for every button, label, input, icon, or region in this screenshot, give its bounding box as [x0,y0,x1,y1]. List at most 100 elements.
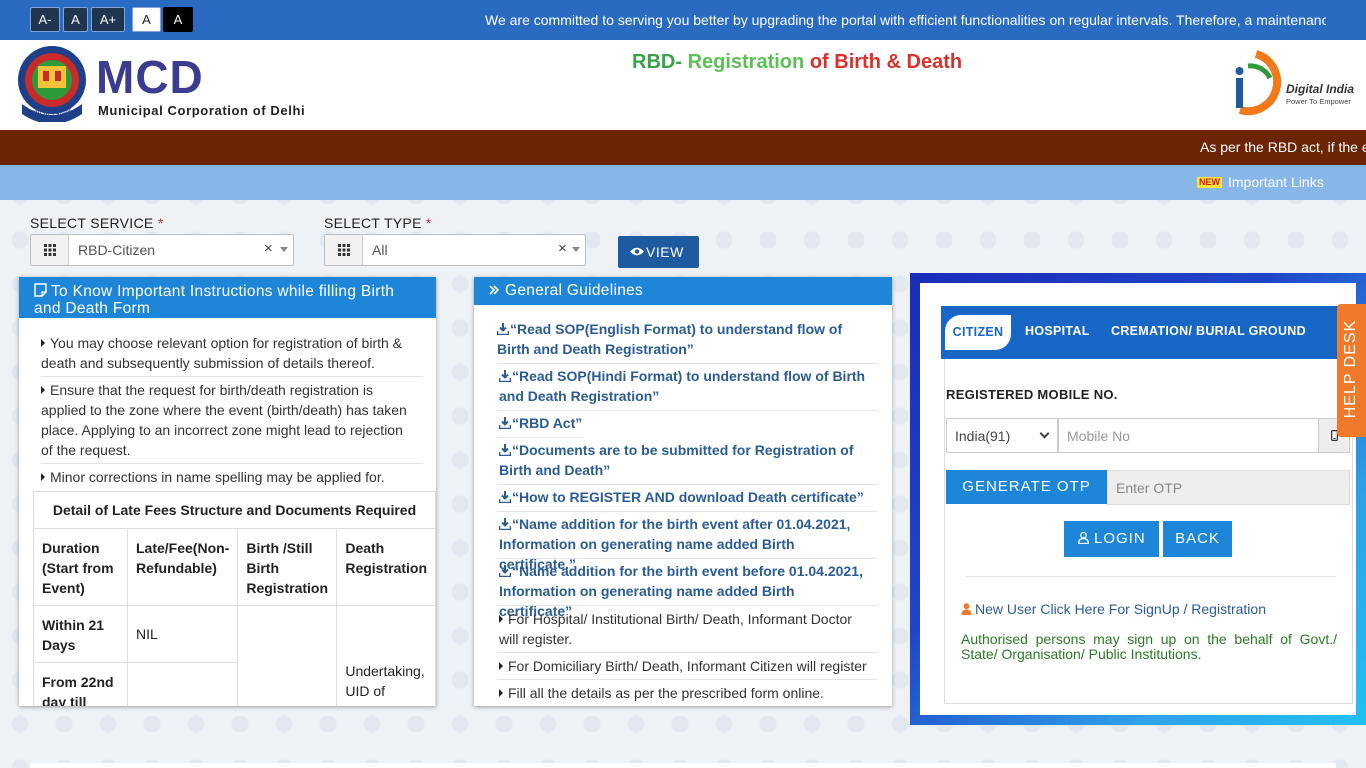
service-label: SELECT SERVICE * [30,215,164,231]
grid-icon [31,235,69,265]
divider [41,376,423,377]
tab-hospital[interactable]: HOSPITAL [1025,324,1090,338]
table-header: Birth /Still Birth Registration [237,528,338,606]
important-links-bar: NEW Important Links [0,165,1366,200]
divider [497,511,877,512]
chevron-down-icon [280,247,288,252]
instruction-item: You may choose relevant option for regis… [41,335,403,371]
table-header: Duration (Start from Event) [33,528,128,606]
guideline-link[interactable]: “How to REGISTER AND download Death cert… [499,487,869,507]
download-icon [499,491,511,503]
type-select[interactable]: All × [324,234,586,266]
late-fees-caption: Detail of Late Fees Structure and Docume… [33,491,436,529]
user-icon [1078,532,1089,544]
table-header: Late/Fee(Non-Refundable) [126,528,239,606]
country-code-select[interactable]: India(91) [946,418,1058,453]
guideline-note: For Domiciliary Birth/ Death, Informant … [499,656,879,676]
mobile-input[interactable]: Mobile No [1058,418,1320,453]
guideline-link[interactable]: “Read SOP(Hindi Format) to understand fl… [499,366,869,406]
table-cell: NIL [126,605,239,663]
guideline-link[interactable]: “RBD Act” [499,413,869,433]
table-cell [237,605,338,706]
chevron-down-icon [572,247,580,252]
back-button[interactable]: BACK [1163,521,1232,557]
country-code-value: India(91) [955,428,1011,444]
help-desk-tab[interactable]: HELP DESK [1337,304,1366,437]
digital-india-logo: Digital India Power To Empower [1226,48,1356,124]
top-accessibility-bar: A- A A+ A A We are committed to serving … [0,0,1366,40]
divider [497,679,877,680]
mobile-label: REGISTERED MOBILE NO. [946,387,1118,402]
instructions-panel: To Know Important Instructions while fil… [19,277,436,706]
login-tabs: CITIZEN HOSPITAL CREMATION/ BURIAL GROUN… [941,306,1355,359]
chevron-down-icon [1039,428,1050,439]
login-card: CITIZEN HOSPITAL CREMATION/ BURIAL GROUN… [910,273,1366,725]
mobile-placeholder: Mobile No [1067,428,1131,444]
instruction-item: Ensure that the request for birth/death … [41,382,407,458]
type-clear-icon[interactable]: × [558,240,567,257]
instruction-item: Minor corrections in name spelling may b… [41,467,416,487]
digital-india-title: Digital India [1286,82,1355,96]
login-button[interactable]: LOGIN [1064,521,1159,557]
divider [497,363,877,364]
divider [497,410,877,411]
guideline-link[interactable]: “Read SOP(English Format) to understand … [497,319,867,359]
light-theme-button[interactable]: A [132,7,161,32]
view-button[interactable]: VIEW [618,236,699,268]
guideline-note: Fill all the details as per the prescrib… [499,683,879,703]
divider [497,558,877,559]
login-inner: CITIZEN HOSPITAL CREMATION/ BURIAL GROUN… [920,283,1356,715]
mcd-logo-title: MCD [96,51,204,103]
type-label: SELECT TYPE * [324,215,432,231]
grid-icon [325,235,363,265]
table-header: Death Registration [336,528,436,606]
service-clear-icon[interactable]: × [264,240,273,257]
emblem-motto: तमसो मा ज्योतिर्गमय [26,110,80,117]
download-icon [499,565,511,577]
guideline-note: For Hospital/ Institutional Birth/ Death… [499,611,852,647]
tab-citizen[interactable]: CITIZEN [945,315,1011,350]
page-title: RBD- Registration of Birth & Death [632,51,963,73]
service-select-value: RBD-Citizen [78,242,156,258]
divider [497,652,877,653]
generate-otp-button[interactable]: GENERATE OTP [946,470,1107,504]
double-chevron-right-icon [489,285,500,295]
download-icon [497,323,509,335]
guideline-link[interactable]: “Documents are to be submitted for Regis… [499,440,869,480]
instructions-header: To Know Important Instructions while fil… [19,277,436,318]
divider [41,463,423,464]
font-increase-button[interactable]: A+ [91,7,125,32]
table-cell [126,662,239,706]
maintenance-marquee: We are committed to serving you better b… [485,12,1326,28]
download-icon [499,417,511,429]
divider [497,605,877,606]
digital-india-icon [1235,50,1282,116]
table-cell: From 22nd day till [33,662,128,706]
guidelines-header: General Guidelines [474,277,892,305]
otp-placeholder: Enter OTP [1116,480,1183,496]
new-user-signup-link[interactable]: New User Click Here For SignUp / Registr… [961,601,1266,617]
site-header: तमसो मा ज्योतिर्गमय MCD Municipal Corpor… [0,40,1366,130]
service-select[interactable]: RBD-Citizen × [30,234,294,266]
important-links-link[interactable]: Important Links [1228,174,1324,190]
user-icon [961,603,972,615]
mcd-subtitle: Municipal Corporation of Delhi [98,103,306,118]
late-fees-table: Detail of Late Fees Structure and Docume… [33,491,436,706]
otp-input[interactable]: Enter OTP [1107,470,1350,505]
new-badge: NEW [1197,177,1222,188]
download-icon [499,518,511,530]
download-icon [499,370,511,382]
notice-marquee-bar: As per the RBD act, if the e [0,130,1366,165]
download-icon [499,444,511,456]
authorised-note: Authorised persons may sign up on the be… [961,631,1337,662]
footer-strip [30,763,1336,768]
rbd-act-marquee: As per the RBD act, if the e [1200,139,1366,155]
note-icon [34,283,47,297]
dark-theme-button[interactable]: A [163,7,193,32]
digital-india-tagline: Power To Empower [1286,97,1351,106]
divider [497,484,877,485]
font-decrease-button[interactable]: A- [30,7,60,32]
divider [966,576,1336,577]
font-normal-button[interactable]: A [63,7,88,32]
tab-cremation[interactable]: CREMATION/ BURIAL GROUND [1111,324,1306,338]
